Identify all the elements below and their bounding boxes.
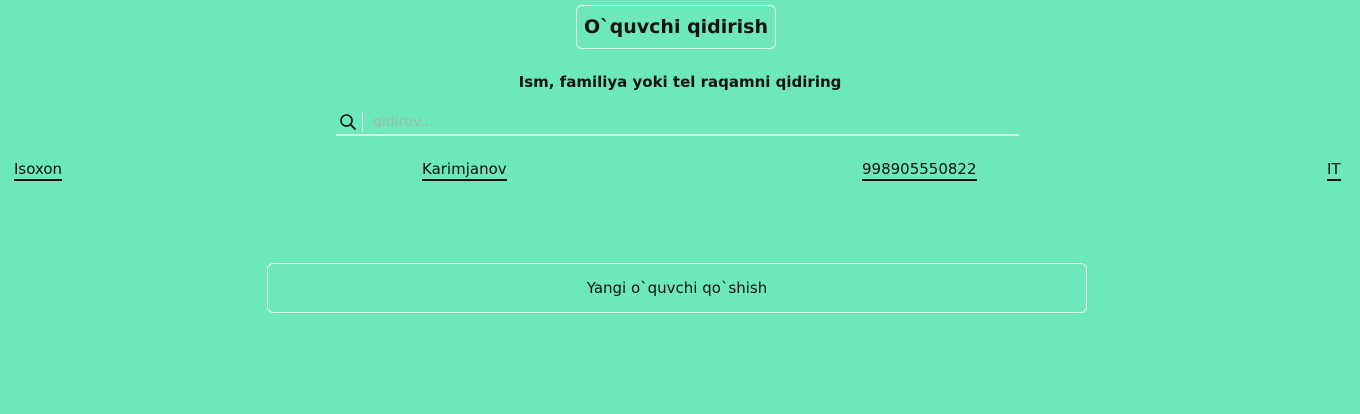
add-student-button[interactable]: Yangi o`quvchi qo`shish (267, 263, 1087, 313)
student-phone[interactable]: 998905550822 (862, 160, 977, 181)
student-first-name[interactable]: Isoxon (14, 160, 63, 181)
add-student-label: Yangi o`quvchi qo`shish (586, 279, 768, 297)
search-icon[interactable] (336, 110, 360, 134)
student-last-name[interactable]: Karimjanov (422, 160, 507, 181)
page-title-text: O`quvchi qidirish (583, 16, 769, 38)
search-divider (362, 112, 363, 132)
search-hint: Ism, familiya yoki tel raqamni qidiring (518, 73, 842, 91)
search-bar (336, 110, 1019, 136)
table-row[interactable]: Isoxon Karimjanov 998905550822 IT (0, 160, 1360, 186)
student-group[interactable]: IT (1327, 160, 1341, 181)
page-title: O`quvchi qidirish (576, 5, 776, 49)
search-input[interactable] (373, 111, 1019, 133)
